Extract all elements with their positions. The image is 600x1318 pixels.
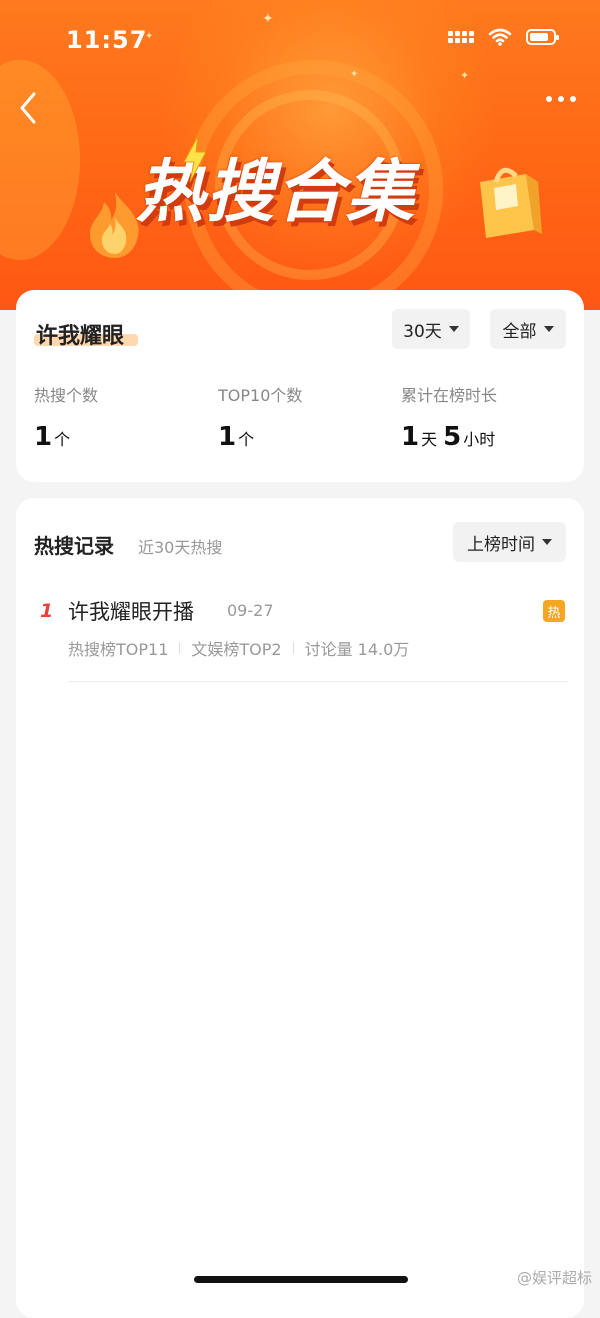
stat-hours-unit: 小时 bbox=[463, 430, 496, 449]
stat-days-value: 1 bbox=[401, 422, 420, 452]
sparkle-icon: ✦ bbox=[350, 69, 359, 80]
caret-down-icon bbox=[542, 539, 552, 545]
scope-filter-dropdown[interactable]: 全部 bbox=[490, 309, 566, 349]
records-subtitle: 近30天热搜 bbox=[138, 538, 223, 557]
banner-title: 热搜合集 bbox=[136, 153, 417, 232]
stat-value: 1 bbox=[34, 422, 53, 452]
wifi-icon bbox=[488, 28, 512, 46]
more-options-icon[interactable] bbox=[546, 96, 576, 102]
caret-down-icon bbox=[543, 326, 554, 332]
stat-hot-count: 热搜个数 1个 bbox=[34, 382, 98, 452]
divider bbox=[179, 642, 181, 654]
stat-days-unit: 天 bbox=[421, 430, 438, 449]
signal-icon bbox=[448, 31, 474, 43]
lightning-icon bbox=[183, 136, 207, 182]
stat-duration: 累计在榜时长 1 天 5 小时 bbox=[401, 382, 497, 452]
status-time: 11:57 bbox=[66, 26, 148, 54]
record-rank-hot: 热搜榜TOP11 bbox=[68, 640, 169, 659]
hot-badge: 热 bbox=[543, 600, 565, 622]
record-meta: 热搜榜TOP11 文娱榜TOP2 讨论量 14.0万 bbox=[68, 636, 409, 660]
stat-unit: 个 bbox=[238, 430, 255, 449]
back-arrow-icon[interactable] bbox=[14, 88, 44, 128]
stat-label: 累计在榜时长 bbox=[401, 386, 498, 405]
divider bbox=[68, 681, 568, 682]
sort-label: 上榜时间 bbox=[467, 534, 535, 555]
header-banner: ✦ ✦ ✦ ✦ ✦ ✦ 11:57 热搜合集 bbox=[0, 0, 600, 310]
topic-name: 许我耀眼 bbox=[36, 324, 125, 349]
stat-value: 1 bbox=[218, 422, 237, 452]
watermark: @娱评超标 bbox=[516, 1269, 592, 1287]
records-title: 热搜记录 bbox=[34, 534, 114, 558]
stat-hours-value: 5 bbox=[443, 422, 462, 452]
record-date: 09-27 bbox=[227, 601, 274, 620]
rank-number: 1 bbox=[40, 600, 54, 622]
stat-label: TOP10个数 bbox=[218, 386, 303, 405]
record-title[interactable]: 许我耀眼开播 bbox=[68, 596, 194, 626]
status-icons bbox=[448, 28, 559, 46]
record-rank-ent: 文娱榜TOP2 bbox=[191, 640, 282, 659]
sparkle-icon: ✦ bbox=[460, 69, 470, 82]
stat-unit: 个 bbox=[54, 430, 71, 449]
stat-top10-count: TOP10个数 1个 bbox=[218, 382, 302, 452]
stat-label: 热搜个数 bbox=[34, 386, 99, 405]
caret-down-icon bbox=[448, 326, 459, 332]
records-card: 热搜记录 近30天热搜 上榜时间 1 许我耀眼开播 09-27 热 热搜榜TOP… bbox=[16, 498, 584, 1318]
shopping-bag-icon bbox=[480, 167, 542, 238]
summary-card: 许我耀眼 30天 全部 热搜个数 1个 TOP10个数 1个 累计在榜时长 1天… bbox=[16, 290, 584, 482]
battery-icon bbox=[526, 29, 559, 45]
sparkle-icon: ✦ bbox=[262, 11, 274, 27]
days-filter-dropdown[interactable]: 30天 bbox=[392, 309, 470, 349]
record-discussion: 讨论量 14.0万 bbox=[304, 640, 410, 659]
sort-dropdown[interactable]: 上榜时间 bbox=[453, 522, 566, 562]
home-indicator[interactable] bbox=[194, 1276, 408, 1283]
days-filter-label: 30天 bbox=[403, 321, 442, 342]
scope-filter-label: 全部 bbox=[502, 321, 537, 342]
divider bbox=[292, 642, 294, 654]
